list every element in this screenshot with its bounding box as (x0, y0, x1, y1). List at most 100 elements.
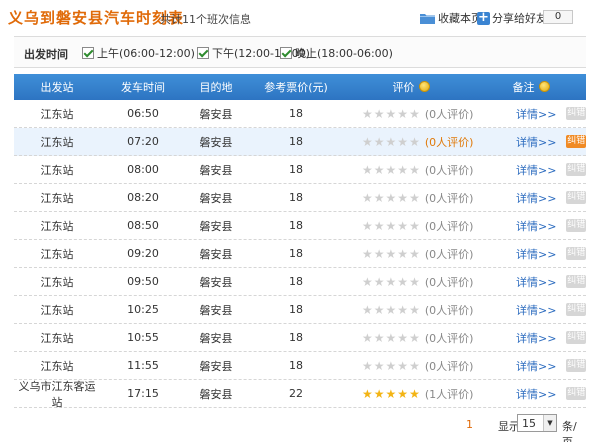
share-button[interactable]: + 分享给好友 (477, 10, 547, 26)
star-icon[interactable]: ★ (386, 388, 397, 400)
star-icon[interactable]: ★ (362, 192, 373, 204)
star-rating[interactable]: ★ ★ ★ ★ ★ (362, 388, 420, 400)
detail-link[interactable]: 详情>> (516, 134, 556, 150)
star-icon[interactable]: ★ (386, 332, 397, 344)
detail-link[interactable]: 详情>> (516, 274, 556, 290)
star-icon[interactable]: ★ (374, 332, 385, 344)
star-icon[interactable]: ★ (386, 136, 397, 148)
detail-link[interactable]: 详情>> (516, 218, 556, 234)
filter-morning-checkbox[interactable]: 上午(06:00-12:00) (82, 45, 195, 61)
star-icon[interactable]: ★ (409, 220, 420, 232)
report-error-button[interactable]: 纠错 (566, 107, 586, 120)
star-icon[interactable]: ★ (362, 304, 373, 316)
page-size-select[interactable]: 15 ▼ (517, 414, 557, 432)
star-rating[interactable]: ★ ★ ★ ★ ★ (362, 304, 420, 316)
header-note-label: 备注 (512, 81, 535, 94)
star-icon[interactable]: ★ (397, 164, 408, 176)
star-icon[interactable]: ★ (409, 360, 420, 372)
star-icon[interactable]: ★ (374, 108, 385, 120)
coin-icon (418, 81, 430, 92)
star-rating[interactable]: ★ ★ ★ ★ ★ (362, 192, 420, 204)
star-icon[interactable]: ★ (409, 276, 420, 288)
star-rating[interactable]: ★ ★ ★ ★ ★ (362, 164, 420, 176)
star-icon[interactable]: ★ (386, 192, 397, 204)
star-icon[interactable]: ★ (409, 388, 420, 400)
star-icon[interactable]: ★ (409, 304, 420, 316)
detail-link[interactable]: 详情>> (516, 386, 556, 402)
detail-link[interactable]: 详情>> (516, 190, 556, 206)
star-rating[interactable]: ★ ★ ★ ★ ★ (362, 360, 420, 372)
favorite-button[interactable]: 收藏本页 (420, 10, 482, 26)
star-rating[interactable]: ★ ★ ★ ★ ★ (362, 332, 420, 344)
report-error-button[interactable]: 纠错 (566, 275, 586, 288)
star-icon[interactable]: ★ (374, 192, 385, 204)
header-price: 参考票价(元) (264, 81, 328, 94)
star-icon[interactable]: ★ (409, 164, 420, 176)
star-icon[interactable]: ★ (374, 360, 385, 372)
star-icon[interactable]: ★ (362, 332, 373, 344)
star-icon[interactable]: ★ (362, 136, 373, 148)
star-icon[interactable]: ★ (362, 164, 373, 176)
star-icon[interactable]: ★ (374, 248, 385, 260)
star-icon[interactable]: ★ (409, 192, 420, 204)
detail-link[interactable]: 详情>> (516, 246, 556, 262)
star-icon[interactable]: ★ (362, 360, 373, 372)
star-rating[interactable]: ★ ★ ★ ★ ★ (362, 276, 420, 288)
cell-time: 08:20 (127, 191, 159, 204)
star-icon[interactable]: ★ (362, 276, 373, 288)
detail-link[interactable]: 详情>> (516, 302, 556, 318)
star-icon[interactable]: ★ (374, 220, 385, 232)
star-rating[interactable]: ★ ★ ★ ★ ★ (362, 248, 420, 260)
star-icon[interactable]: ★ (386, 108, 397, 120)
cell-station: 江东站 (40, 135, 74, 149)
star-icon[interactable]: ★ (386, 276, 397, 288)
detail-link[interactable]: 详情>> (516, 162, 556, 178)
star-icon[interactable]: ★ (397, 332, 408, 344)
star-icon[interactable]: ★ (374, 136, 385, 148)
report-error-button[interactable]: 纠错 (566, 387, 586, 400)
star-icon[interactable]: ★ (362, 248, 373, 260)
star-icon[interactable]: ★ (409, 108, 420, 120)
star-icon[interactable]: ★ (397, 108, 408, 120)
star-icon[interactable]: ★ (397, 192, 408, 204)
star-icon[interactable]: ★ (386, 360, 397, 372)
star-icon[interactable]: ★ (409, 248, 420, 260)
star-icon[interactable]: ★ (374, 276, 385, 288)
filter-evening-checkbox[interactable]: 晚上(18:00-06:00) (280, 45, 393, 61)
report-error-button[interactable]: 纠错 (566, 303, 586, 316)
report-error-button[interactable]: 纠错 (566, 247, 586, 260)
star-rating[interactable]: ★ ★ ★ ★ ★ (362, 108, 420, 120)
star-icon[interactable]: ★ (362, 108, 373, 120)
report-error-button[interactable]: 纠错 (566, 331, 586, 344)
star-icon[interactable]: ★ (397, 136, 408, 148)
star-icon[interactable]: ★ (397, 360, 408, 372)
report-error-button[interactable]: 纠错 (566, 219, 586, 232)
star-icon[interactable]: ★ (374, 164, 385, 176)
star-icon[interactable]: ★ (409, 332, 420, 344)
star-icon[interactable]: ★ (362, 388, 373, 400)
report-error-button[interactable]: 纠错 (566, 191, 586, 204)
detail-link[interactable]: 详情>> (516, 106, 556, 122)
report-error-button[interactable]: 纠错 (566, 359, 586, 372)
detail-link[interactable]: 详情>> (516, 358, 556, 374)
star-icon[interactable]: ★ (386, 304, 397, 316)
star-icon[interactable]: ★ (374, 304, 385, 316)
star-icon[interactable]: ★ (397, 304, 408, 316)
star-icon[interactable]: ★ (409, 136, 420, 148)
star-rating[interactable]: ★ ★ ★ ★ ★ (362, 136, 420, 148)
star-icon[interactable]: ★ (386, 164, 397, 176)
star-icon[interactable]: ★ (386, 248, 397, 260)
cell-note: 详情>> 纠错 (476, 162, 586, 178)
star-icon[interactable]: ★ (362, 220, 373, 232)
page-number-current[interactable]: 1 (466, 418, 473, 431)
star-icon[interactable]: ★ (397, 220, 408, 232)
star-icon[interactable]: ★ (386, 220, 397, 232)
star-rating[interactable]: ★ ★ ★ ★ ★ (362, 220, 420, 232)
star-icon[interactable]: ★ (397, 276, 408, 288)
star-icon[interactable]: ★ (397, 248, 408, 260)
star-icon[interactable]: ★ (374, 388, 385, 400)
detail-link[interactable]: 详情>> (516, 330, 556, 346)
star-icon[interactable]: ★ (397, 388, 408, 400)
report-error-button[interactable]: 纠错 (566, 135, 586, 148)
report-error-button[interactable]: 纠错 (566, 163, 586, 176)
